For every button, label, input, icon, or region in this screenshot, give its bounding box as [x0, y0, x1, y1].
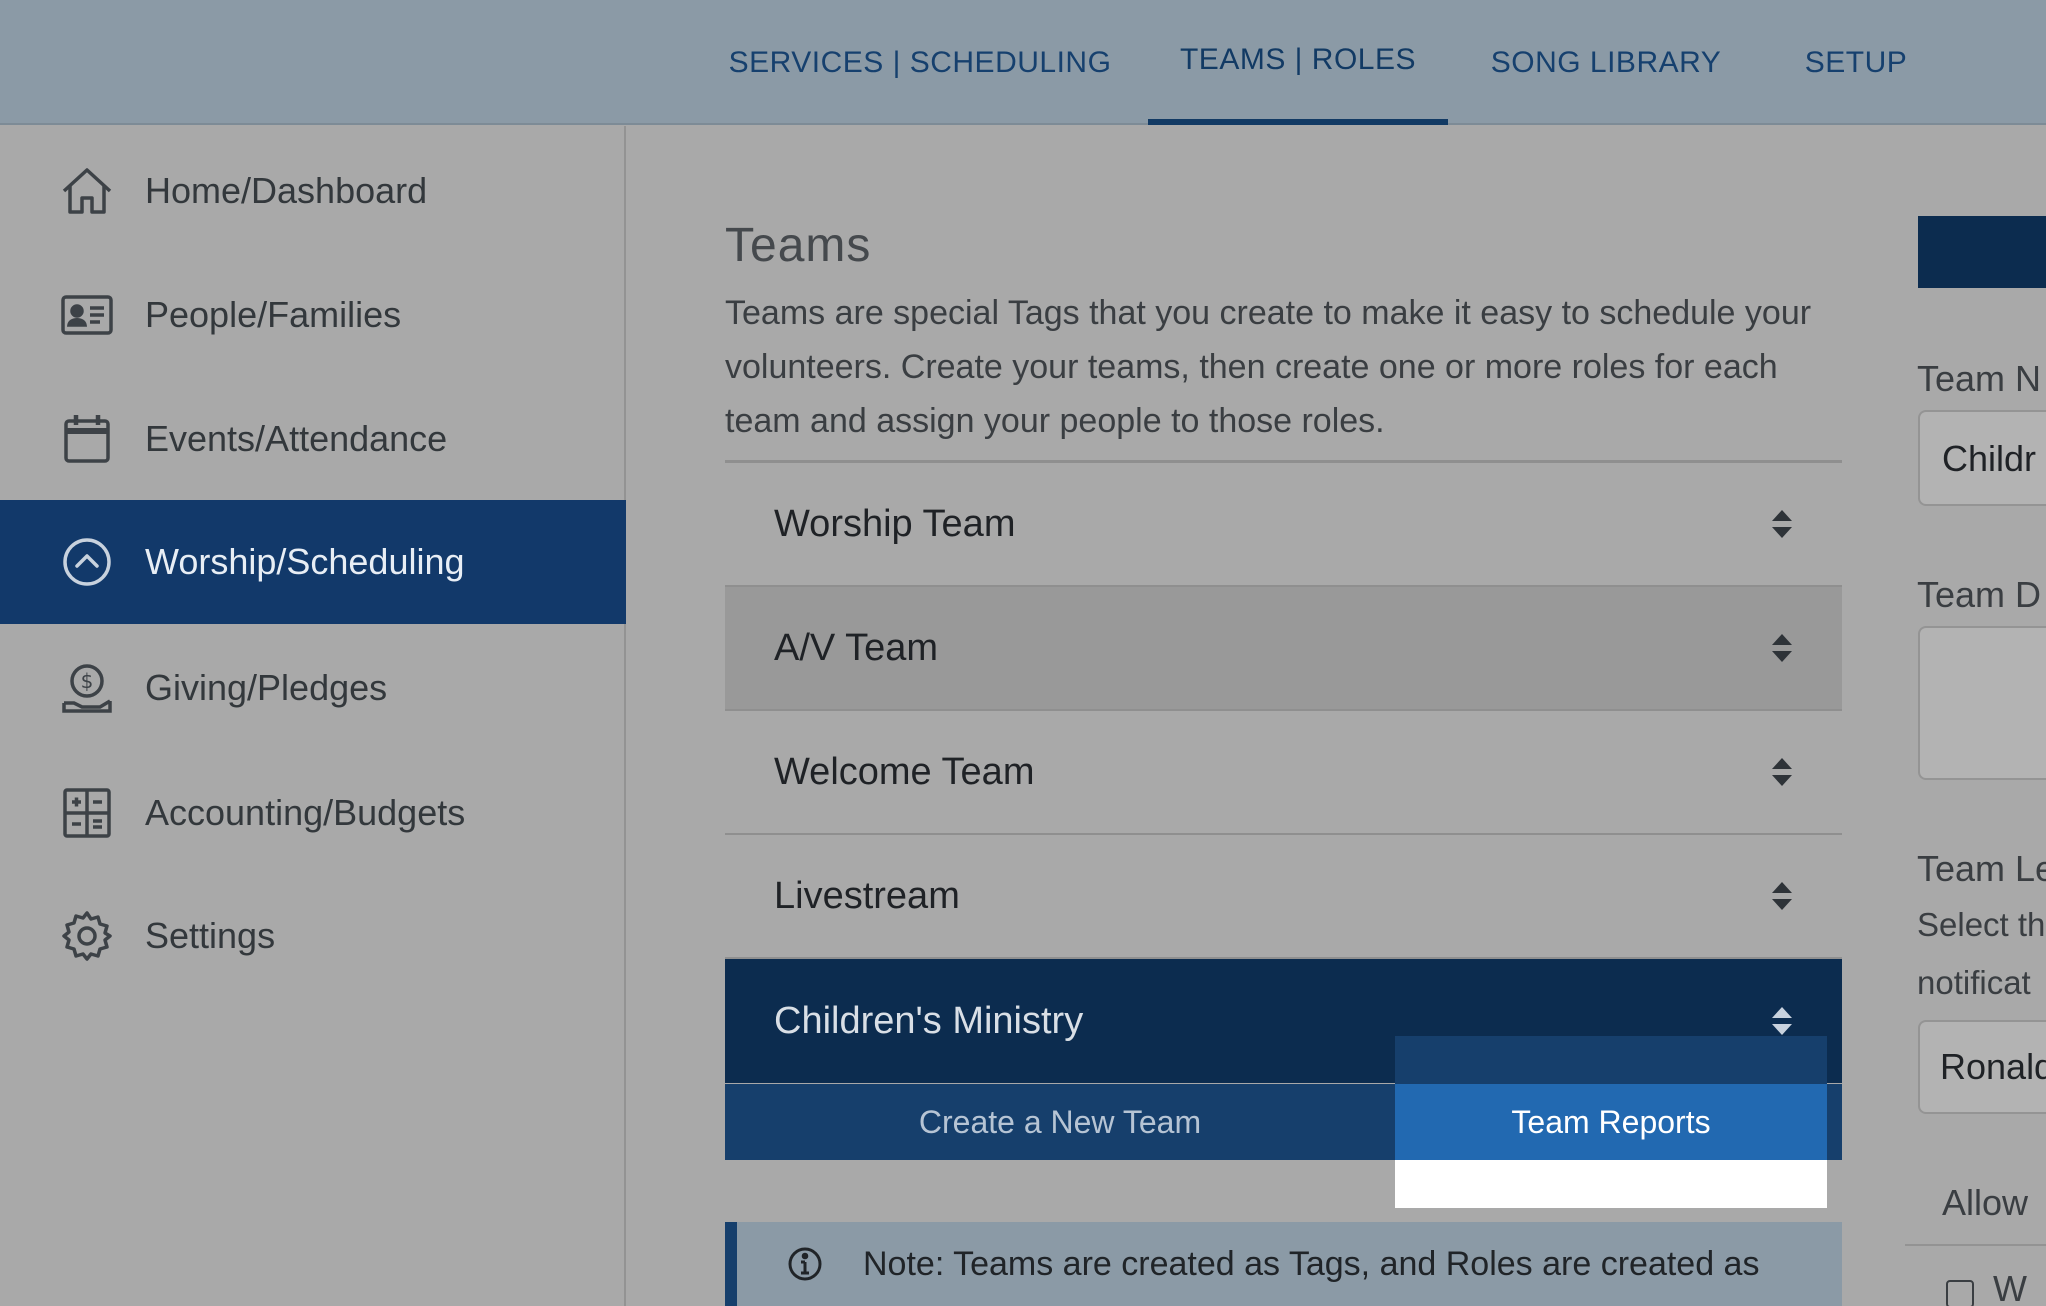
sidebar-item-label: Accounting/Budgets [145, 792, 466, 833]
team-list: Worship Team A/V Team Welcome Team Lives… [725, 460, 1842, 1083]
team-leader-help: Select th [1917, 906, 2046, 943]
sidebar-item-label: Events/Attendance [145, 418, 448, 459]
team-description-label: Team D [1917, 574, 2042, 615]
sort-handle-icon[interactable] [1770, 1004, 1794, 1038]
id-card-icon [58, 286, 116, 344]
tab-teams-roles[interactable]: TEAMS | ROLES [1148, 0, 1448, 125]
team-row-worship[interactable]: Worship Team [725, 463, 1842, 587]
sidebar-item-worship[interactable]: Worship/Scheduling [0, 500, 626, 624]
sidebar-item-settings[interactable]: Settings [0, 874, 626, 998]
calculator-icon [58, 784, 116, 842]
team-row-livestream[interactable]: Livestream [725, 835, 1842, 959]
team-leader-help: notificat [1917, 964, 2031, 1001]
team-name-value: Childr [1942, 438, 2037, 479]
sort-handle-icon[interactable] [1770, 879, 1794, 913]
sidebar-item-giving[interactable]: $ Giving/Pledges [0, 626, 626, 750]
team-name: A/V Team [774, 626, 939, 669]
info-note: Note: Teams are created as Tags, and Rol… [725, 1222, 1842, 1306]
sidebar-item-label: Worship/Scheduling [145, 541, 465, 582]
sidebar-item-label: Settings [145, 915, 276, 956]
chevron-up-circle-icon [58, 533, 116, 591]
sidebar-item-events[interactable]: Events/Attendance [0, 377, 626, 501]
note-text: Note: Teams are created as Tags, and Rol… [863, 1244, 1760, 1283]
team-leader-select[interactable]: Ronald [1918, 1020, 2046, 1114]
team-actions-bar: Create a New Team Team Reports [725, 1084, 1842, 1160]
calendar-icon [58, 410, 116, 468]
reports-highlight-top [1395, 1036, 1827, 1084]
home-icon [58, 162, 116, 220]
sidebar-item-label: Home/Dashboard [145, 170, 428, 211]
create-team-button[interactable]: Create a New Team [725, 1084, 1395, 1160]
tab-setup[interactable]: SETUP [1800, 0, 1912, 125]
sidebar-item-label: People/Families [145, 294, 402, 335]
sidebar-item-label: Giving/Pledges [145, 667, 388, 708]
gear-icon [58, 907, 116, 965]
team-description-textarea[interactable] [1918, 626, 2046, 780]
sidebar: Home/Dashboard People/Families Events/At… [0, 126, 626, 1306]
team-leader-label: Team Le [1917, 848, 2046, 889]
sidebar-item-people[interactable]: People/Families [0, 253, 626, 377]
top-navigation-bar: SERVICES | SCHEDULING TEAMS | ROLES SONG… [0, 0, 2046, 125]
main-content: Teams Teams are special Tags that you cr… [628, 126, 2046, 1306]
team-reports-button[interactable]: Team Reports [1395, 1084, 1827, 1160]
allow-checkbox[interactable] [1946, 1280, 1974, 1306]
donation-icon: $ [58, 659, 116, 717]
allow-label: Allow [1942, 1182, 2029, 1223]
team-name: Welcome Team [774, 750, 1035, 793]
team-name-input[interactable]: Childr [1918, 410, 2046, 506]
tab-services-scheduling[interactable]: SERVICES | SCHEDULING [729, 0, 1111, 125]
team-name: Livestream [774, 874, 960, 917]
sort-handle-icon[interactable] [1770, 755, 1794, 789]
sidebar-item-home[interactable]: Home/Dashboard [0, 129, 626, 253]
team-leader-value: Ronald [1940, 1046, 2046, 1087]
team-name: Worship Team [774, 502, 1016, 545]
sort-handle-icon[interactable] [1770, 507, 1794, 541]
svg-text:$: $ [81, 669, 94, 693]
save-team-button[interactable] [1918, 216, 2046, 288]
page-description: Teams are special Tags that you create t… [725, 294, 1812, 440]
team-row-av[interactable]: A/V Team [725, 587, 1842, 711]
info-icon [787, 1246, 823, 1282]
sidebar-item-accounting[interactable]: Accounting/Budgets [0, 751, 626, 875]
reports-highlight-bottom [1395, 1160, 1827, 1208]
tab-song-library[interactable]: SONG LIBRARY [1491, 0, 1721, 125]
team-name: Children's Ministry [774, 999, 1084, 1042]
checkbox-label: W [1993, 1268, 2027, 1306]
team-row-welcome[interactable]: Welcome Team [725, 711, 1842, 835]
sort-handle-icon[interactable] [1770, 631, 1794, 665]
divider [1905, 1244, 2046, 1246]
page-title: Teams [725, 219, 872, 272]
team-name-label: Team N [1917, 358, 2042, 399]
